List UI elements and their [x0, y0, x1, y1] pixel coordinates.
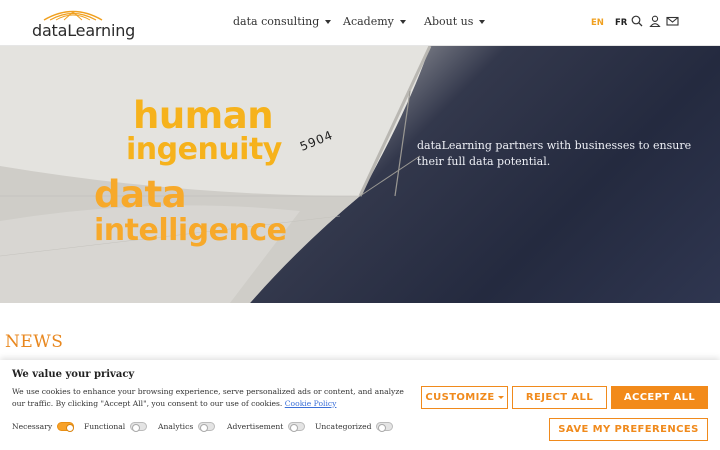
toggle-advertisement[interactable]: Advertisement [227, 422, 306, 432]
logo-text: dataLearning [32, 21, 136, 40]
site-header: dataLearning data consulting Academy Abo… [0, 0, 720, 46]
hero-banner: 5904 human ingenuity data intelligence d… [0, 46, 720, 303]
news-heading: NEWS [5, 332, 64, 352]
toggle-analytics[interactable]: Analytics [158, 422, 216, 432]
toggle-uncategorized[interactable]: Uncategorized [315, 422, 394, 432]
toggle-label: Necessary [12, 422, 53, 431]
hero-tagline: dataLearning partners with businesses to… [417, 139, 692, 168]
hero-heading-human: human [133, 94, 274, 137]
nav-label: Academy [343, 15, 394, 28]
accept-all-button[interactable]: ACCEPT ALL [611, 386, 708, 409]
lang-fr-link[interactable]: FR [615, 18, 627, 28]
user-icon[interactable] [649, 15, 663, 29]
toggle-switch[interactable] [376, 422, 394, 432]
chevron-down-icon [399, 19, 406, 24]
toggle-label: Functional [84, 422, 126, 431]
nav-academy[interactable]: Academy [343, 15, 406, 28]
hero-heading-ingenuity: ingenuity [126, 132, 282, 167]
toggle-label: Advertisement [227, 422, 284, 431]
reject-all-button[interactable]: REJECT ALL [512, 386, 607, 409]
search-icon[interactable] [631, 15, 645, 29]
lang-en-link[interactable]: EN [591, 18, 604, 28]
cookie-consent-banner: We value your privacy We use cookies to … [0, 360, 720, 450]
customize-button[interactable]: CUSTOMIZE [421, 386, 508, 409]
nav-data-consulting[interactable]: data consulting [233, 15, 332, 28]
toggle-switch[interactable] [57, 422, 75, 432]
hero-heading-intelligence: intelligence [94, 213, 287, 248]
toggle-label: Analytics [158, 422, 194, 431]
logo[interactable]: dataLearning [32, 7, 136, 41]
cookie-description: We use cookies to enhance your browsing … [12, 386, 417, 410]
cookie-text: We use cookies to enhance your browsing … [12, 387, 404, 408]
chevron-down-icon [325, 19, 332, 24]
cookie-policy-link[interactable]: Cookie Policy [285, 399, 337, 408]
hero-heading-data: data [94, 173, 187, 216]
chevron-down-icon [479, 19, 486, 24]
nav-label: About us [424, 15, 474, 28]
toggle-switch[interactable] [288, 422, 306, 432]
toggle-switch[interactable] [198, 422, 216, 432]
mail-icon[interactable] [666, 15, 680, 29]
toggle-switch[interactable] [130, 422, 148, 432]
save-preferences-button[interactable]: SAVE MY PREFERENCES [549, 418, 708, 441]
nav-about-us[interactable]: About us [424, 15, 486, 28]
customize-label: CUSTOMIZE [425, 392, 495, 403]
toggle-label: Uncategorized [315, 422, 372, 431]
chevron-down-icon [497, 396, 504, 399]
nav-label: data consulting [233, 15, 320, 28]
toggle-functional[interactable]: Functional [84, 422, 148, 432]
toggle-necessary[interactable]: Necessary [12, 422, 75, 432]
logo-arc-icon [43, 10, 103, 21]
cookie-title: We value your privacy [12, 369, 135, 380]
